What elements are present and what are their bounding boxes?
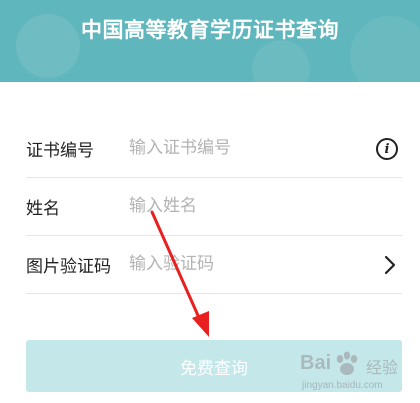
- captcha-row[interactable]: 图片验证码: [26, 236, 402, 294]
- name-row: 姓名: [26, 178, 402, 236]
- chevron-right-icon[interactable]: [382, 254, 398, 276]
- header-bar: 中国高等教育学历证书查询: [0, 0, 420, 82]
- name-label: 姓名: [26, 199, 60, 219]
- decorative-bubble: [252, 40, 310, 82]
- captcha-input[interactable]: [129, 248, 369, 280]
- captcha-label: 图片验证码: [26, 257, 111, 277]
- certificate-number-label: 证书编号: [26, 141, 94, 161]
- query-form: 证书编号 i 姓名 图片验证码: [0, 120, 420, 294]
- name-input[interactable]: [129, 190, 369, 222]
- certificate-number-row: 证书编号 i: [26, 120, 402, 178]
- page-title: 中国高等教育学历证书查询: [81, 18, 339, 42]
- free-query-button[interactable]: 免费查询: [26, 340, 402, 392]
- certificate-number-input[interactable]: [129, 132, 369, 164]
- info-icon[interactable]: i: [376, 138, 398, 160]
